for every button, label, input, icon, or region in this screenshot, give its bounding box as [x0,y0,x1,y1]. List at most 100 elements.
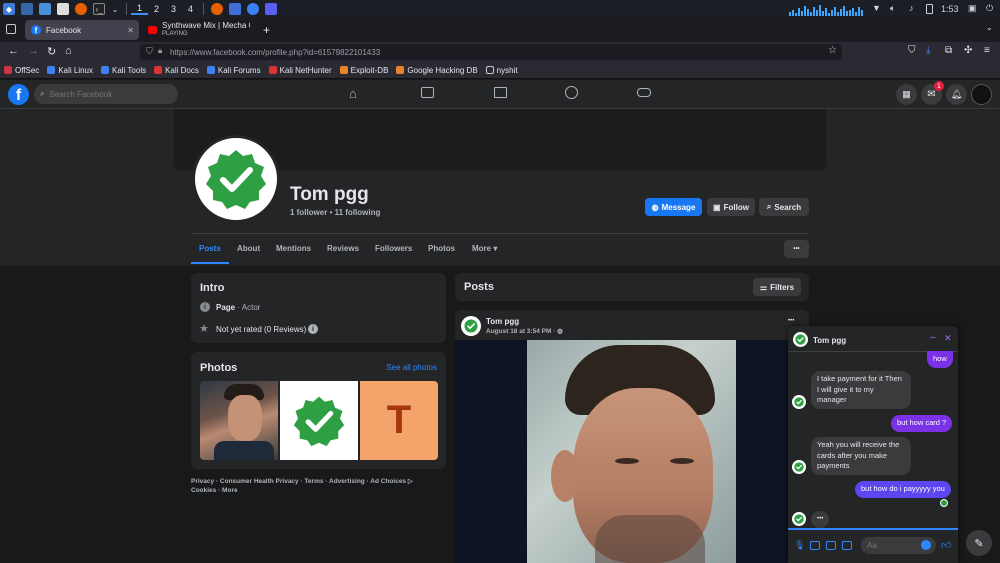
home-nav-icon[interactable]: ⌂ [349,86,357,101]
footer-links[interactable]: Privacy · Consumer Health Privacy · Term… [191,477,446,495]
shield-icon[interactable]: ▼ [872,3,881,13]
tab-overview-icon[interactable] [6,24,16,34]
power-icon[interactable]: ⏻ [986,3,993,14]
bookmark-kali-linux[interactable]: Kali Linux [47,66,93,75]
firefox-task-icon[interactable] [211,3,224,15]
image-icon[interactable] [810,541,820,550]
filters-button[interactable]: ⚌ Filters [753,278,801,296]
tab-followers[interactable]: Followers [375,244,412,253]
profile-stats[interactable]: 1 follower • 11 following [290,208,380,217]
new-tab-icon[interactable]: + [263,23,270,37]
follow-button[interactable]: ▣ Follow [707,198,755,216]
groups-nav-icon[interactable] [565,86,578,99]
bookmark-star-icon[interactable]: ☆ [828,45,837,56]
facebook-logo[interactable]: f [8,84,29,105]
app-task-icon-2[interactable] [265,3,278,15]
bookmark-kali-nethunter[interactable]: Kali NetHunter [268,66,332,75]
info-icon[interactable]: i [308,324,318,334]
extension-icon[interactable]: ⧉ [945,45,952,56]
download-icon[interactable]: ⤓ [926,45,930,56]
chevron-down-icon[interactable]: ⌄ [111,3,119,15]
message-in[interactable]: I take payment for it Then I will give i… [811,371,911,409]
forward-icon[interactable]: → [28,45,39,57]
gaming-nav-icon[interactable] [637,88,651,97]
battery-icon[interactable] [926,4,933,14]
firefox-icon[interactable] [75,3,87,15]
bookmark-kali-docs[interactable]: Kali Docs [154,66,199,75]
workspace-4[interactable]: 4 [182,4,199,14]
close-icon[interactable]: ✕ [944,333,952,344]
thumbs-up-icon[interactable]: 👍︎ [941,539,951,551]
gif-icon[interactable] [842,541,852,550]
reload-icon[interactable]: ↻ [47,45,56,58]
tab-reviews[interactable]: Reviews [327,244,359,253]
video-nav-icon[interactable] [421,87,434,98]
bookmark-kali-tools[interactable]: Kali Tools [101,66,146,75]
bookmark-kali-forums[interactable]: Kali Forums [206,66,261,75]
post-author-avatar[interactable] [461,316,481,336]
microphone-icon[interactable]: 🎙︎ [794,540,805,551]
text-editor-icon[interactable] [57,3,69,15]
post-image[interactable] [455,340,809,563]
kali-menu-icon[interactable]: ◆ [3,3,15,15]
search-profile-button[interactable]: ⌕ Search [759,198,809,216]
bookmark-offsec[interactable]: OffSec [4,66,39,75]
file-manager-icon[interactable] [39,3,51,15]
photo-tile-portrait[interactable] [200,381,278,460]
photo-tile-verified[interactable] [280,381,358,460]
post-menu-button[interactable]: ••• [788,318,794,324]
tab-synthwave[interactable]: Synthwave Mix | Mecha C PLAYING [142,20,256,40]
see-all-photos-link[interactable]: See all photos [386,363,437,372]
photo-tile-letter[interactable]: T [360,381,438,460]
pocket-icon[interactable]: ⛉ [908,45,916,56]
home-icon[interactable]: ⌂ [65,45,72,57]
message-button[interactable]: ◍ Message [645,198,702,216]
message-input[interactable] [867,541,917,550]
tab-facebook[interactable]: f Facebook ✕ [25,20,139,40]
lock-icon[interactable]: 🔒︎ [158,46,162,56]
terminal-icon[interactable]: ›_ [93,3,105,15]
bookmark-folder-nyshit[interactable]: nyshit [485,66,518,75]
chat-title[interactable]: Tom pgg [813,336,846,345]
minimize-icon[interactable]: – [930,332,936,343]
new-message-button[interactable]: ✎ [966,530,992,556]
workspace-3[interactable]: 3 [165,4,182,14]
lock-icon[interactable]: ▣ [968,3,977,14]
chat-avatar[interactable] [793,332,808,347]
clock-time[interactable]: 1:53 [941,4,959,14]
url-bar[interactable]: ⛉ 🔒︎ https://www.facebook.com/profile.ph… [140,44,842,60]
tab-more[interactable]: More ▾ [472,244,497,253]
globe-task-icon[interactable] [247,3,260,15]
message-out[interactable]: but how card ? [891,415,953,432]
tab-list-icon[interactable]: ⌄ [986,23,993,32]
volume-icon[interactable]: 🔈︎ [890,3,895,14]
workspace-2[interactable]: 2 [148,4,165,14]
tab-photos[interactable]: Photos [428,244,455,253]
message-in[interactable]: Yeah you will receive the cards after yo… [811,437,911,475]
close-icon[interactable]: ✕ [127,26,134,35]
marketplace-nav-icon[interactable] [494,87,507,98]
app-task-icon[interactable] [229,3,242,15]
back-icon[interactable]: ← [8,45,19,57]
message-out[interactable]: how [927,351,953,368]
search-box[interactable]: ⌕ [34,84,178,104]
bookmark-exploit-db[interactable]: Exploit-DB [339,66,388,75]
search-input[interactable] [49,89,160,99]
profile-more-button[interactable]: ••• [784,240,809,258]
sticker-icon[interactable] [826,541,836,550]
notifications-bell-icon[interactable]: 🔔︎ [946,84,967,105]
desktop-icon[interactable] [21,3,33,15]
tab-about[interactable]: About [237,244,260,253]
post-author-name[interactable]: Tom pgg [486,317,519,326]
message-out[interactable]: but how do i payyyyy you [855,481,951,498]
puzzle-icon[interactable]: ✣ [964,45,972,56]
bookmark-google-hacking-db[interactable]: Google Hacking DB [396,66,478,75]
tab-mentions[interactable]: Mentions [276,244,311,253]
post-date[interactable]: August 18 at 3:54 PM · ◍ [486,327,563,335]
message-input-box[interactable] [861,537,936,554]
emoji-icon[interactable] [921,540,931,550]
account-avatar[interactable] [971,84,992,105]
profile-picture[interactable] [192,135,280,223]
workspace-1[interactable]: 1 [131,3,149,15]
shield-icon[interactable]: ⛉ [146,46,153,57]
